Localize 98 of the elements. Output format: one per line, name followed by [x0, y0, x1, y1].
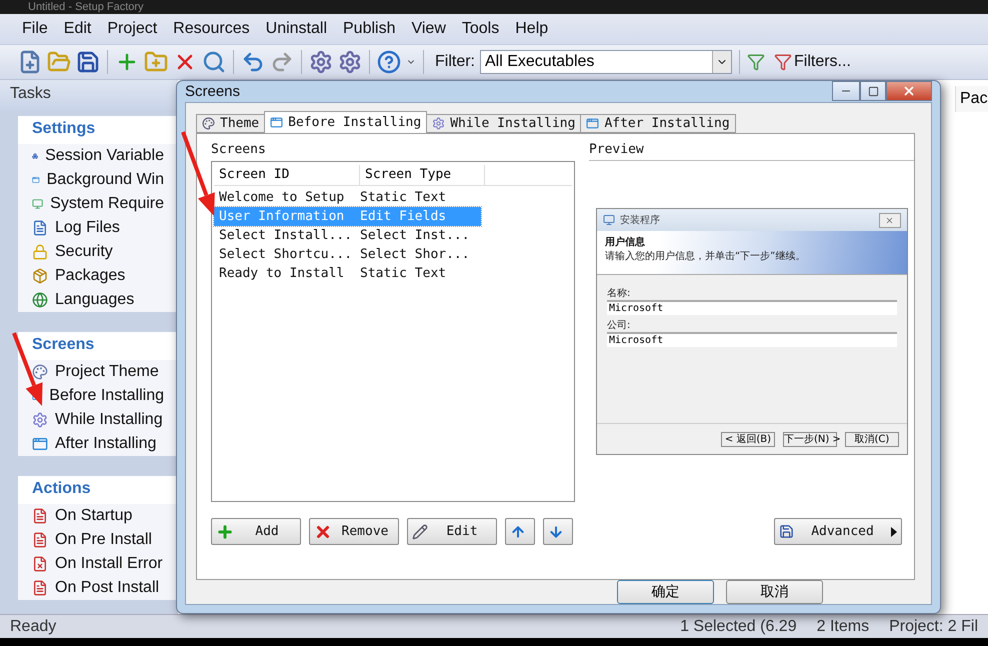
dialog-title: Screens	[185, 83, 240, 100]
script-error-icon	[32, 556, 48, 572]
status-text: 2 Items	[816, 618, 870, 636]
add-filter-icon[interactable]	[747, 53, 765, 71]
task-link[interactable]: Background Win	[46, 171, 164, 189]
menu-item[interactable]: Tools	[456, 18, 506, 40]
save-icon[interactable]	[76, 50, 100, 74]
field-label: 名称:	[606, 287, 632, 300]
log-file-icon	[32, 220, 48, 236]
palette-icon	[202, 117, 215, 130]
package-icon	[32, 268, 48, 284]
move-up-button[interactable]	[505, 518, 535, 545]
action-button[interactable]: Add	[211, 518, 301, 545]
task-link[interactable]: Security	[55, 243, 113, 261]
advanced-button[interactable]: Advanced	[774, 518, 902, 545]
add-icon	[216, 522, 234, 540]
column-header[interactable]: Screen Type	[360, 165, 485, 185]
task-link[interactable]: System Require	[50, 195, 164, 213]
card-title: Settings	[18, 116, 178, 144]
maximize-button[interactable]	[860, 81, 886, 101]
tab[interactable]: Theme	[196, 114, 266, 133]
task-link[interactable]: Before Installing	[49, 387, 164, 405]
tab[interactable]: While Installing	[426, 114, 582, 133]
window-icon	[586, 117, 600, 130]
tab[interactable]: After Installing	[580, 114, 736, 133]
save-icon	[779, 524, 794, 539]
menu-item[interactable]: Uninstall	[260, 18, 333, 40]
filters-button[interactable]: Filters...	[770, 53, 855, 71]
help-icon[interactable]	[377, 50, 401, 74]
preview-heading: 用户信息	[604, 235, 646, 249]
undo-icon[interactable]	[241, 50, 265, 74]
column-header[interactable]: Screen ID	[214, 165, 360, 185]
window-icon	[32, 436, 48, 452]
status-text: Ready	[9, 618, 58, 636]
task-link[interactable]: Log Files	[55, 219, 120, 237]
task-link[interactable]: On Pre Install	[55, 531, 152, 549]
caret-icon	[891, 526, 897, 536]
gear-icon[interactable]	[338, 50, 362, 74]
filter-dropdown[interactable]: All Executables	[480, 50, 732, 74]
task-link[interactable]: On Install Error	[55, 555, 163, 573]
menu-item[interactable]: Help	[509, 18, 554, 40]
script-icon	[32, 508, 48, 524]
window-icon	[270, 116, 284, 129]
action-button[interactable]: Edit	[407, 518, 497, 545]
edit-icon	[412, 524, 428, 540]
filter-icon	[774, 53, 792, 71]
move-down-button[interactable]	[543, 518, 573, 545]
lock-icon	[32, 244, 48, 260]
maximize-icon	[868, 86, 878, 96]
palette-icon	[32, 364, 48, 380]
task-link[interactable]: Packages	[55, 267, 126, 285]
close-button[interactable]	[886, 81, 932, 101]
status-text: Project: 2 Fil	[888, 618, 979, 636]
script-icon	[32, 580, 48, 596]
menu-item[interactable]: View	[405, 18, 452, 40]
section-label: Preview	[588, 142, 645, 158]
card-title: Actions	[18, 476, 178, 504]
menu-item[interactable]: Edit	[58, 18, 98, 40]
task-link[interactable]: Project Theme	[55, 363, 159, 381]
window-title: Untitled - Setup Factory	[0, 0, 988, 14]
close-icon	[885, 216, 894, 224]
field-label: 公司:	[606, 319, 632, 332]
pane-title: Tasks	[0, 80, 178, 110]
new-file-icon[interactable]	[18, 50, 42, 74]
task-link[interactable]: On Startup	[55, 507, 132, 525]
minimize-button[interactable]	[832, 81, 860, 101]
menu-item[interactable]: Project	[101, 18, 164, 40]
menu-item[interactable]: Publish	[337, 18, 402, 40]
input-field: Microsoft	[606, 300, 897, 315]
list-row[interactable]: Welcome to Setup Static Text	[214, 188, 481, 207]
list-row[interactable]: Select Install... Select Inst...	[214, 226, 481, 245]
menu-item[interactable]: File	[16, 18, 54, 40]
preview-title: 安装程序	[620, 214, 661, 227]
task-link[interactable]: After Installing	[55, 435, 156, 453]
section-label: Screens	[211, 142, 267, 158]
close-icon	[902, 84, 916, 98]
menu-item[interactable]: Resources	[167, 18, 256, 40]
card-title: Screens	[18, 332, 178, 360]
task-link[interactable]: Languages	[55, 291, 134, 309]
ok-button[interactable]: 确定	[617, 580, 714, 604]
task-link[interactable]: On Post Install	[55, 579, 160, 597]
preview-subheading: 请输入您的用户信息，并单击“下一步”继续。	[604, 250, 806, 263]
script-icon	[32, 532, 48, 548]
list-row[interactable]: Select Shortcu... Select Shor...	[214, 245, 481, 264]
task-link[interactable]: While Installing	[55, 411, 163, 429]
filter-label: Filter:	[435, 53, 475, 71]
status-text: 1 Selected (6.29	[679, 618, 798, 636]
search-icon[interactable]	[202, 50, 226, 74]
down-arrow-icon	[548, 524, 564, 540]
task-link[interactable]: Session Variable	[45, 147, 164, 165]
cancel-button[interactable]: 取消	[726, 580, 823, 604]
input-field: Microsoft	[606, 332, 897, 347]
action-button[interactable]: Remove	[309, 518, 399, 545]
redo-icon[interactable]	[270, 50, 294, 74]
column-header[interactable]: Pac	[955, 86, 988, 112]
tab[interactable]: Before Installing	[264, 111, 428, 133]
globe-icon	[32, 292, 48, 308]
list-row[interactable]: Ready to Install Static Text	[214, 264, 481, 283]
